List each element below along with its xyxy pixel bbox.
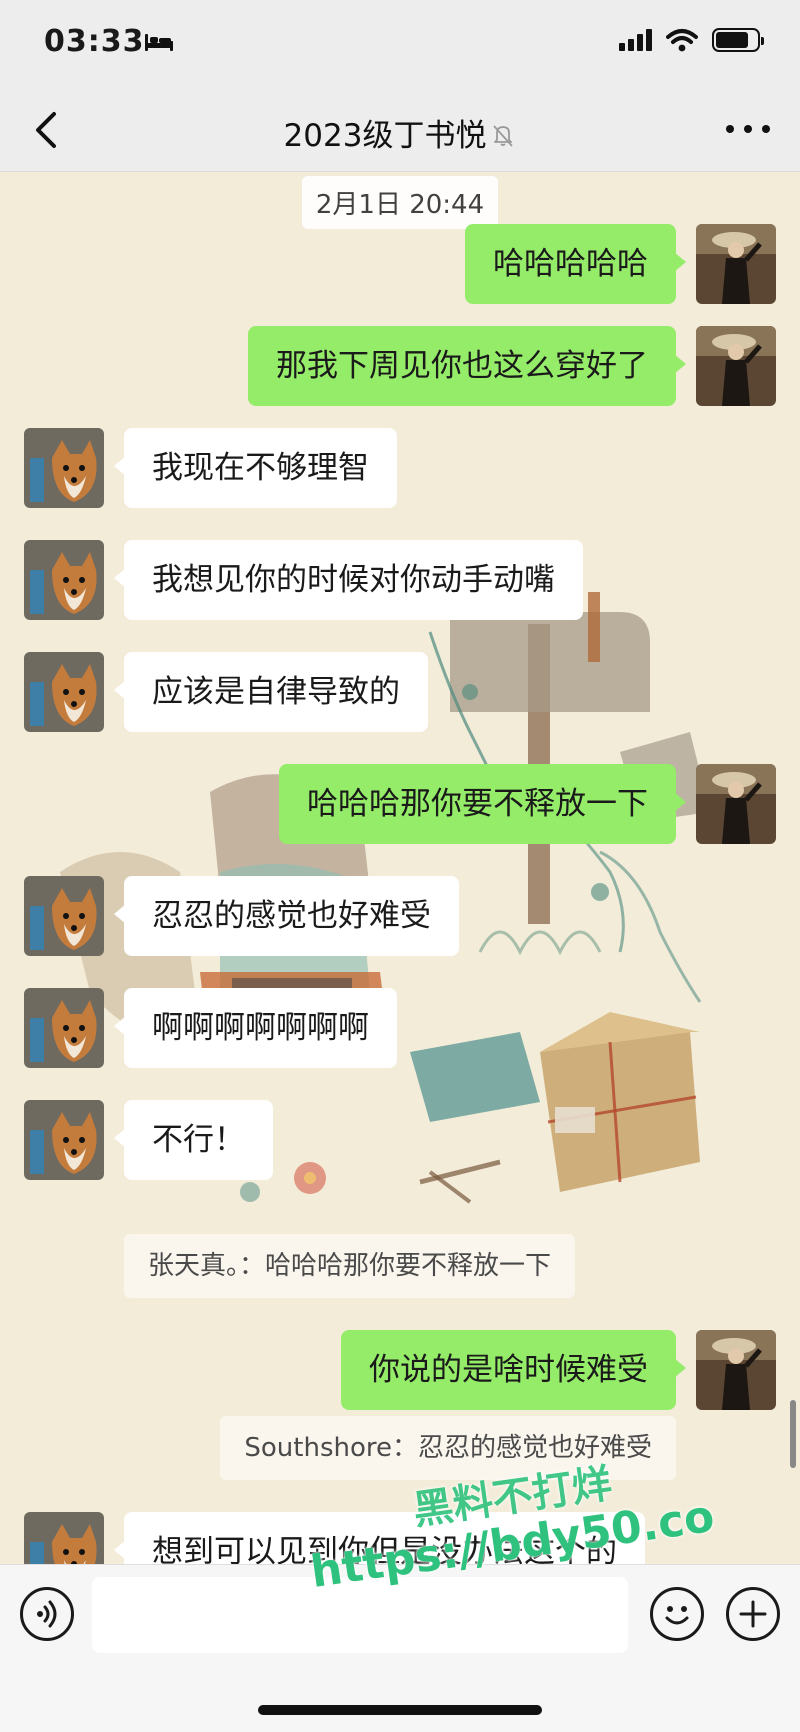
mute-bell-icon (493, 125, 514, 147)
message-bubble[interactable]: 啊啊啊啊啊啊啊 (114, 988, 397, 1068)
message-bubble[interactable]: 哈哈哈那你要不释放一下 (279, 764, 686, 844)
home-indicator[interactable] (258, 1705, 542, 1715)
voice-icon (37, 1600, 57, 1628)
contact-avatar[interactable] (24, 1512, 104, 1564)
my-avatar[interactable] (696, 1330, 776, 1410)
message-bubble[interactable]: 哈哈哈哈哈 (465, 224, 686, 304)
more-options-button[interactable] (726, 114, 770, 144)
message-bubble[interactable]: 我现在不够理智 (114, 428, 397, 508)
voice-input-button[interactable] (20, 1587, 74, 1641)
contact-avatar[interactable] (24, 652, 104, 732)
contact-avatar[interactable] (24, 1100, 104, 1180)
my-avatar[interactable] (696, 326, 776, 406)
message-bubble[interactable]: 忍忍的感觉也好难受 (114, 876, 459, 956)
scrollbar[interactable] (790, 1400, 796, 1468)
chat-title-wrap: 2023级丁书悦 (0, 110, 800, 155)
my-avatar[interactable] (696, 764, 776, 844)
my-avatar[interactable] (696, 224, 776, 304)
status-bar: 03:33 (0, 0, 800, 88)
contact-avatar[interactable] (24, 428, 104, 508)
emoji-button[interactable] (650, 1587, 704, 1641)
cellular-signal-icon (619, 29, 652, 51)
status-time: 03:33 (44, 24, 145, 59)
plus-icon (739, 1600, 767, 1628)
chat-header: 2023级丁书悦 (0, 88, 800, 172)
message-timestamp: 2月1日 20:44 (0, 176, 800, 229)
more-features-button[interactable] (726, 1587, 780, 1641)
chat-area[interactable]: 2月1日 20:44 哈哈哈哈哈 那我下周见你也这么穿好了 我现在不够理智 我想… (0, 172, 800, 1564)
contact-avatar[interactable] (24, 876, 104, 956)
message-bubble[interactable]: 你说的是啥时候难受 (341, 1330, 686, 1410)
contact-avatar[interactable] (24, 540, 104, 620)
battery-icon (712, 28, 764, 52)
wifi-icon (666, 29, 698, 52)
more-dot-icon (744, 125, 752, 133)
chat-title: 2023级丁书悦 (283, 118, 487, 154)
more-dot-icon (726, 125, 734, 133)
input-bar (0, 1564, 800, 1732)
timestamp-label: 2月1日 20:44 (301, 176, 499, 229)
message-bubble[interactable]: 那我下周见你也这么穿好了 (248, 326, 686, 406)
emoji-icon (665, 1606, 689, 1625)
sleep-mode-icon (145, 34, 173, 51)
quoted-reply[interactable]: 张天真。：哈哈哈那你要不释放一下 (124, 1234, 576, 1298)
contact-avatar[interactable] (24, 988, 104, 1068)
message-bubble[interactable]: 应该是自律导致的 (114, 652, 428, 732)
message-bubble[interactable]: 我想见你的时候对你动手动嘴 (114, 540, 583, 620)
message-bubble[interactable]: 不行！ (114, 1100, 273, 1180)
more-dot-icon (762, 125, 770, 133)
